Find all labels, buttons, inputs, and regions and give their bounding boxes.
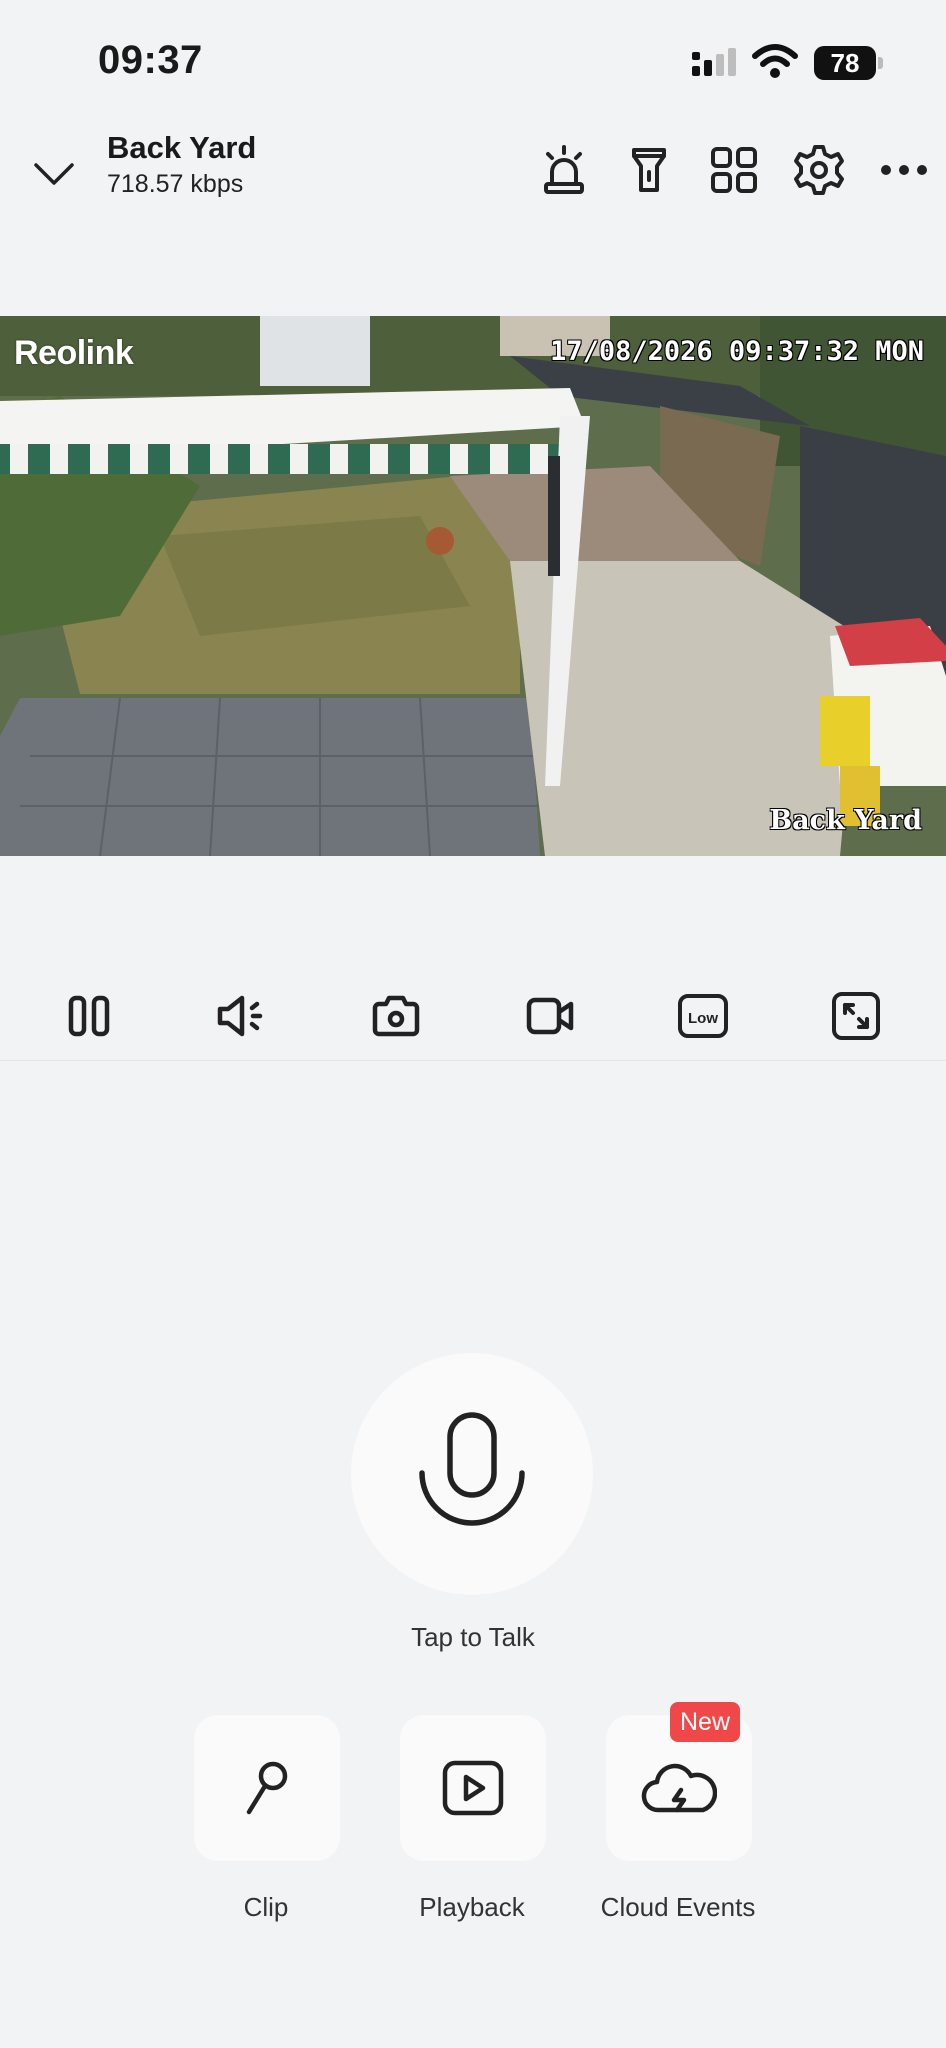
device-header: Back Yard 718.57 kbps <box>0 120 946 220</box>
microphone-icon <box>419 1412 525 1526</box>
speaker-icon[interactable] <box>211 984 275 1048</box>
clip-label: Clip <box>243 1892 289 1922</box>
status-time: 09:37 <box>98 38 203 82</box>
cloud-icon <box>641 1763 717 1813</box>
clip-icon <box>246 1761 288 1815</box>
camera-scene <box>0 316 946 856</box>
playback-controls: Low <box>0 966 946 1066</box>
spotlight-icon[interactable] <box>619 140 679 200</box>
reolink-logo: Reolink <box>14 334 134 372</box>
grid-view-icon[interactable] <box>704 140 764 200</box>
snapshot-icon[interactable] <box>364 984 428 1048</box>
pause-icon[interactable] <box>57 984 121 1048</box>
device-bitrate: 718.57 kbps <box>107 170 244 198</box>
fullscreen-icon[interactable] <box>824 984 888 1048</box>
settings-icon[interactable] <box>789 140 849 200</box>
status-bar: 09:37 78 <box>0 0 946 120</box>
siren-icon[interactable] <box>534 140 594 200</box>
battery-icon: 78 <box>814 46 884 80</box>
section-divider <box>0 1060 946 1061</box>
record-icon[interactable] <box>518 984 582 1048</box>
cellular-signal-icon <box>692 48 736 76</box>
more-icon[interactable] <box>874 140 934 200</box>
live-video-feed[interactable]: Reolink 17/08/2026 09:37:32 MON Back Yar… <box>0 316 946 856</box>
playback-label: Playback <box>419 1892 525 1922</box>
playback-button[interactable] <box>400 1715 546 1861</box>
clip-button[interactable] <box>194 1715 340 1861</box>
video-camera-name: Back Yard <box>769 805 922 836</box>
chevron-down-icon[interactable] <box>30 150 78 198</box>
quality-low-icon[interactable]: Low <box>671 984 735 1048</box>
playback-icon <box>442 1760 504 1816</box>
device-title[interactable]: Back Yard <box>107 130 256 166</box>
talk-label: Tap to Talk <box>411 1622 535 1652</box>
new-badge: New <box>670 1702 741 1742</box>
wifi-icon <box>752 44 798 78</box>
battery-level: 78 <box>814 46 876 80</box>
quality-label: Low <box>688 1010 718 1027</box>
video-timestamp: 17/08/2026 09:37:32 MON <box>550 336 924 367</box>
talk-button[interactable] <box>351 1353 593 1595</box>
cloud-events-label: Cloud Events <box>600 1892 756 1922</box>
